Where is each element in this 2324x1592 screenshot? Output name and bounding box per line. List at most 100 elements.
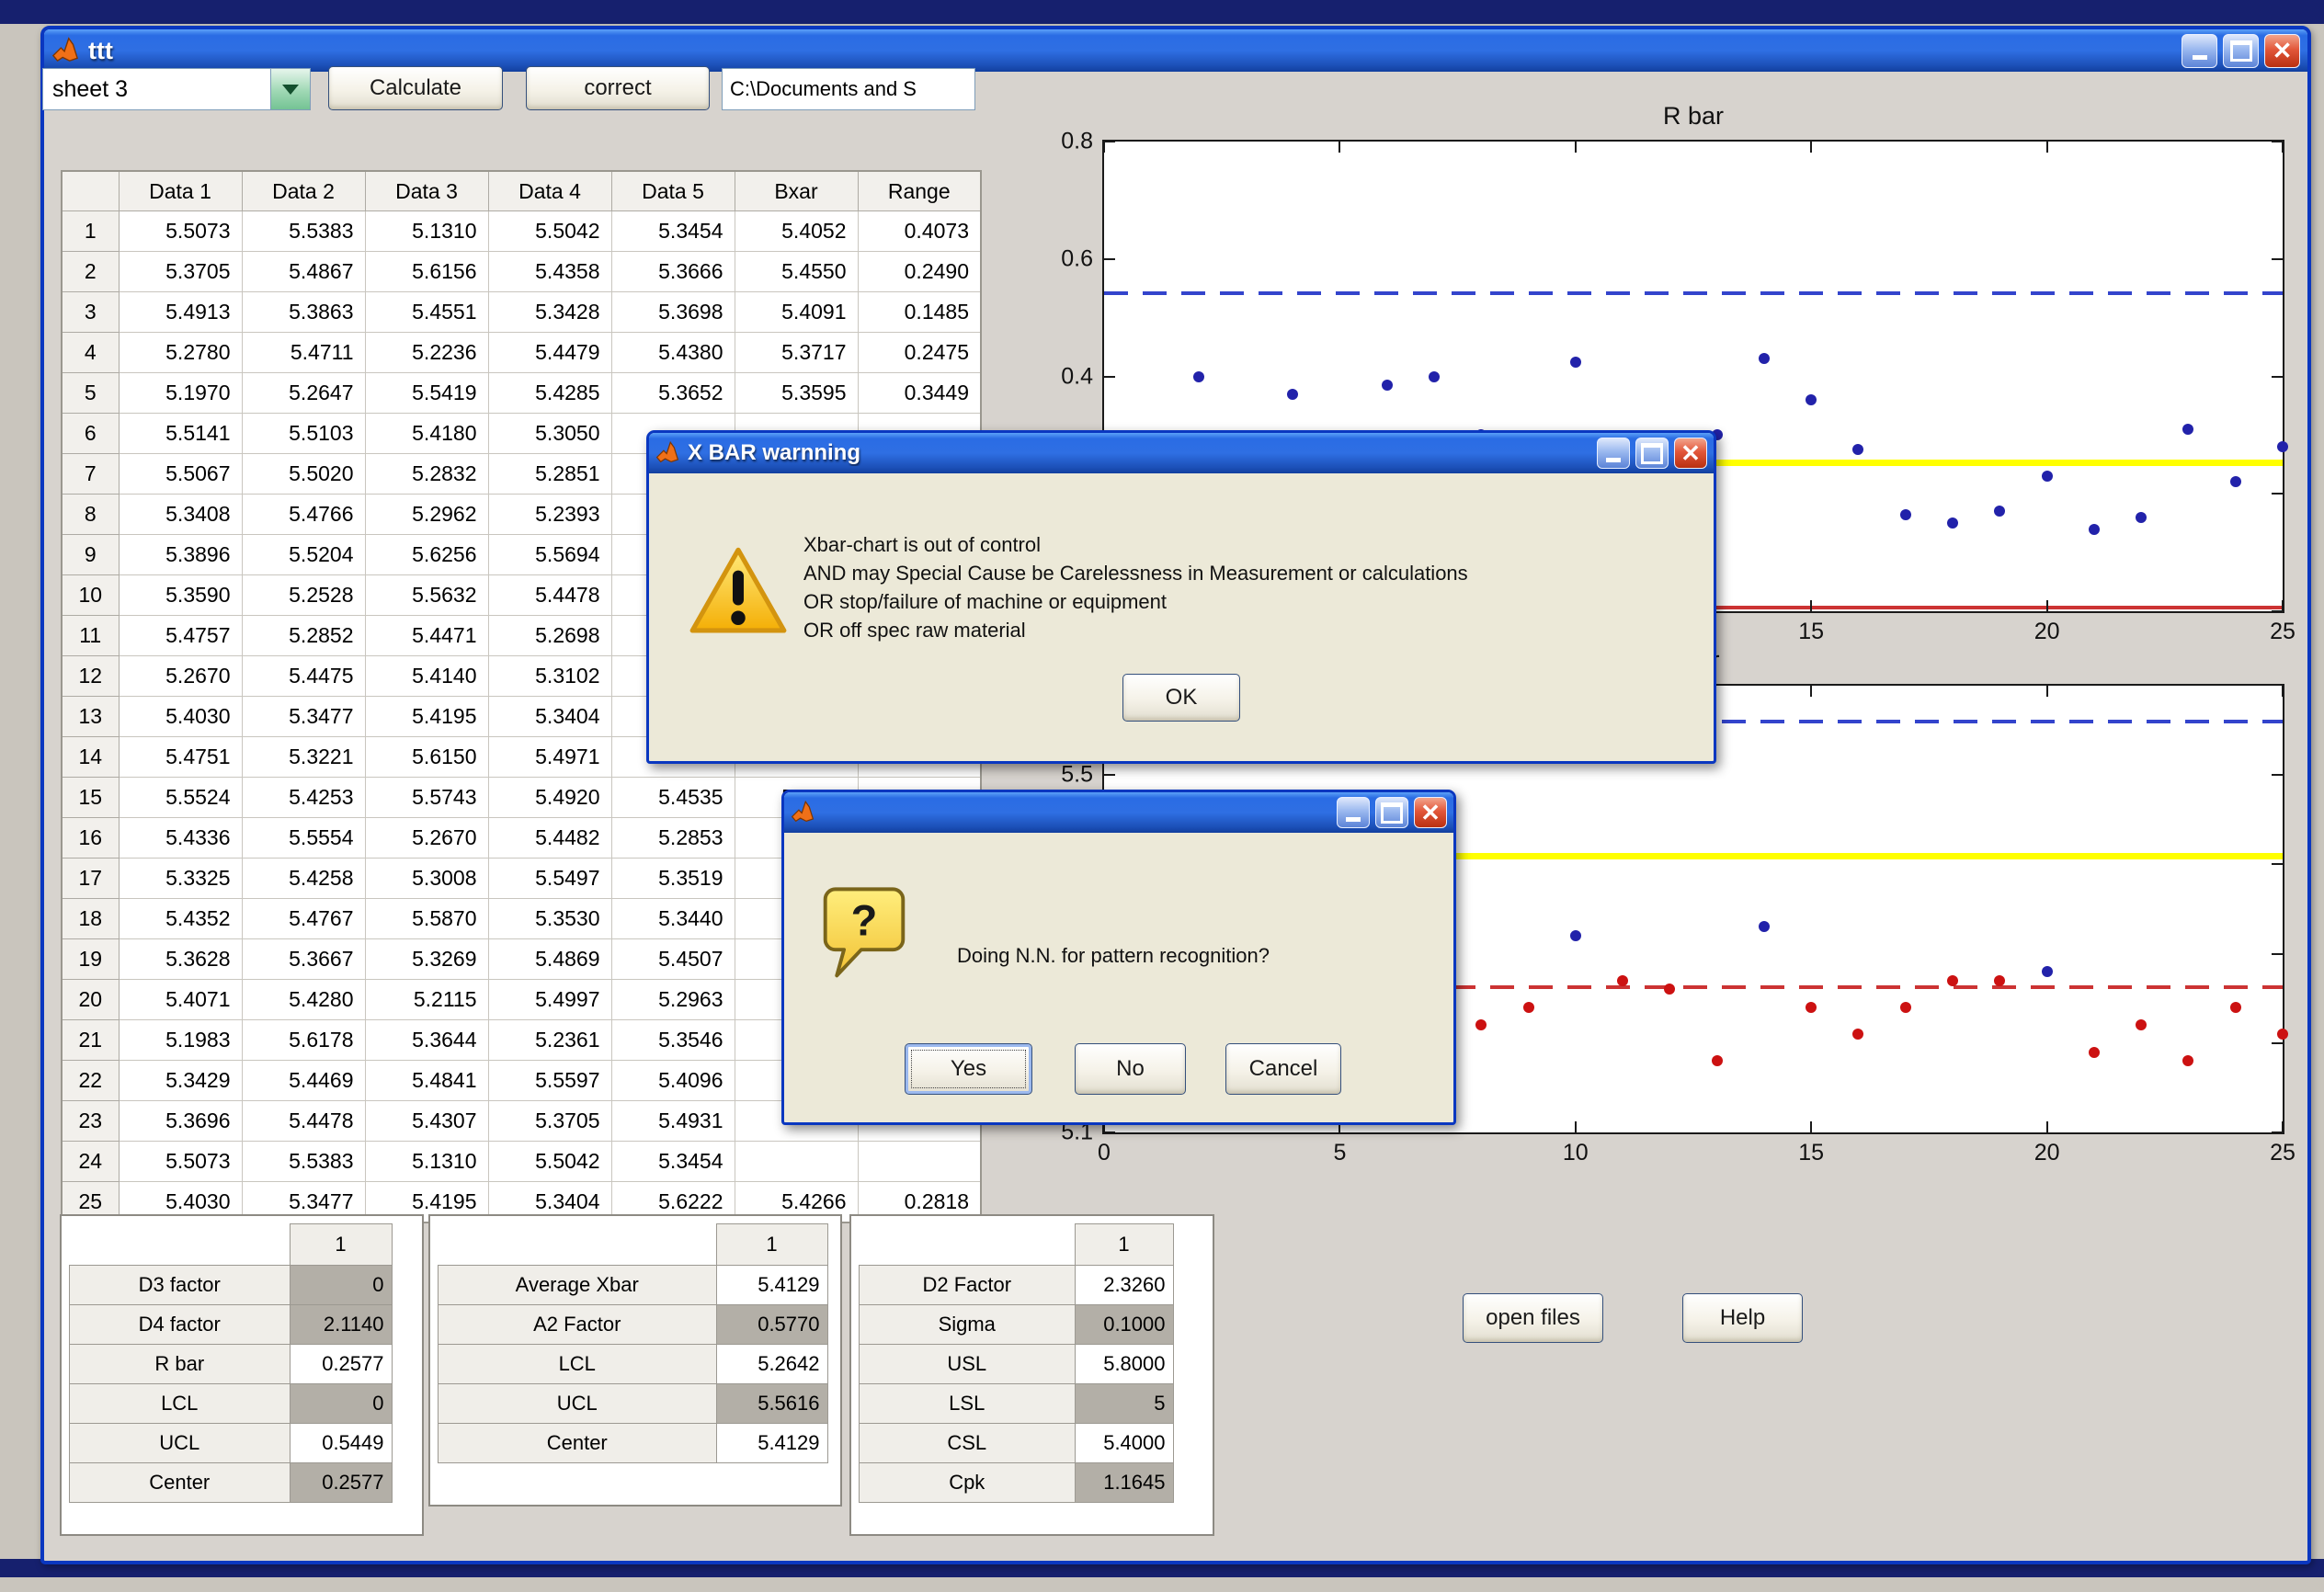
- factor-value[interactable]: 0.5770: [716, 1305, 827, 1345]
- data-cell[interactable]: 5.3705: [488, 1101, 611, 1142]
- data-cell[interactable]: 5.5067: [119, 454, 242, 495]
- data-cell[interactable]: 5.1983: [119, 1020, 242, 1061]
- data-cell[interactable]: 5.4931: [611, 1101, 735, 1142]
- data-cell[interactable]: 5.3590: [119, 575, 242, 616]
- minimize-button[interactable]: [2182, 34, 2217, 68]
- data-cell[interactable]: 5.2236: [365, 333, 488, 373]
- data-cell[interactable]: 5.3428: [488, 292, 611, 333]
- data-cell[interactable]: 5.3863: [242, 292, 365, 333]
- data-cell[interactable]: 5.2963: [611, 980, 735, 1020]
- data-cell[interactable]: 5.4336: [119, 818, 242, 859]
- data-cell[interactable]: 5.3696: [119, 1101, 242, 1142]
- data-cell[interactable]: 5.4258: [242, 859, 365, 899]
- factor-value[interactable]: 2.1140: [290, 1305, 392, 1345]
- column-header[interactable]: Data 5: [611, 171, 735, 211]
- data-cell[interactable]: 5.3698: [611, 292, 735, 333]
- data-cell[interactable]: 5.5870: [365, 899, 488, 939]
- row-number[interactable]: 6: [62, 414, 119, 454]
- data-cell[interactable]: 5.3546: [611, 1020, 735, 1061]
- data-cell[interactable]: 5.2851: [488, 454, 611, 495]
- minimize-button[interactable]: [1597, 438, 1630, 469]
- data-cell[interactable]: 5.4052: [735, 211, 858, 252]
- row-number[interactable]: 9: [62, 535, 119, 575]
- data-cell[interactable]: 5.4711: [242, 333, 365, 373]
- factor-column-header[interactable]: 1: [1075, 1224, 1173, 1266]
- data-cell[interactable]: 5.3667: [242, 939, 365, 980]
- question-dialog-titlebar[interactable]: ✕: [784, 792, 1453, 833]
- data-cell[interactable]: 5.5554: [242, 818, 365, 859]
- ok-button[interactable]: OK: [1122, 674, 1240, 722]
- data-cell[interactable]: 5.4550: [735, 252, 858, 292]
- column-header[interactable]: [62, 171, 119, 211]
- data-cell[interactable]: [735, 1142, 858, 1182]
- column-header[interactable]: Bxar: [735, 171, 858, 211]
- data-cell[interactable]: 5.2852: [242, 616, 365, 656]
- data-cell[interactable]: 5.2962: [365, 495, 488, 535]
- factor-value[interactable]: 0: [290, 1266, 392, 1305]
- column-header[interactable]: Data 1: [119, 171, 242, 211]
- warning-dialog-titlebar[interactable]: X BAR warnning ✕: [649, 433, 1714, 473]
- close-button[interactable]: ✕: [1674, 438, 1707, 469]
- data-cell[interactable]: 5.2832: [365, 454, 488, 495]
- data-cell[interactable]: 5.4030: [119, 697, 242, 737]
- row-number[interactable]: 2: [62, 252, 119, 292]
- data-cell[interactable]: 5.2647: [242, 373, 365, 414]
- data-cell[interactable]: 5.4469: [242, 1061, 365, 1101]
- data-cell[interactable]: 5.4096: [611, 1061, 735, 1101]
- data-cell[interactable]: 5.4751: [119, 737, 242, 778]
- row-number[interactable]: 24: [62, 1142, 119, 1182]
- factor-value[interactable]: 2.3260: [1075, 1266, 1173, 1305]
- row-number[interactable]: 5: [62, 373, 119, 414]
- data-cell[interactable]: 5.3440: [611, 899, 735, 939]
- column-header[interactable]: Data 2: [242, 171, 365, 211]
- data-cell[interactable]: 5.4920: [488, 778, 611, 818]
- data-cell[interactable]: 5.4471: [365, 616, 488, 656]
- calculate-button[interactable]: Calculate: [328, 66, 503, 110]
- data-cell[interactable]: 5.1970: [119, 373, 242, 414]
- data-cell[interactable]: 5.4280: [242, 980, 365, 1020]
- row-number[interactable]: 15: [62, 778, 119, 818]
- data-cell[interactable]: 5.4380: [611, 333, 735, 373]
- correct-button[interactable]: correct: [526, 66, 710, 110]
- data-cell[interactable]: 5.2780: [119, 333, 242, 373]
- data-cell[interactable]: 5.3269: [365, 939, 488, 980]
- data-cell[interactable]: 5.4913: [119, 292, 242, 333]
- row-number[interactable]: 23: [62, 1101, 119, 1142]
- data-cell[interactable]: 5.5073: [119, 211, 242, 252]
- data-cell[interactable]: 5.4997: [488, 980, 611, 1020]
- data-cell[interactable]: 5.4535: [611, 778, 735, 818]
- data-cell[interactable]: 5.2361: [488, 1020, 611, 1061]
- factor-value[interactable]: 1.1645: [1075, 1463, 1173, 1503]
- data-cell[interactable]: 5.3221: [242, 737, 365, 778]
- maximize-button[interactable]: [2223, 34, 2259, 68]
- column-header[interactable]: Data 3: [365, 171, 488, 211]
- factor-value[interactable]: 0.5449: [290, 1424, 392, 1463]
- row-number[interactable]: 16: [62, 818, 119, 859]
- data-cell[interactable]: 5.3454: [611, 1142, 735, 1182]
- no-button[interactable]: No: [1075, 1043, 1186, 1095]
- close-button[interactable]: ✕: [1414, 797, 1447, 828]
- row-number[interactable]: 3: [62, 292, 119, 333]
- data-cell[interactable]: 5.4766: [242, 495, 365, 535]
- data-cell[interactable]: 5.2853: [611, 818, 735, 859]
- factor-value[interactable]: 0.2577: [290, 1345, 392, 1384]
- data-cell[interactable]: 5.5419: [365, 373, 488, 414]
- data-cell[interactable]: 5.3429: [119, 1061, 242, 1101]
- row-number[interactable]: 10: [62, 575, 119, 616]
- row-number[interactable]: 13: [62, 697, 119, 737]
- factor-value[interactable]: 5: [1075, 1384, 1173, 1424]
- data-cell[interactable]: 5.4482: [488, 818, 611, 859]
- data-cell[interactable]: 0.1485: [858, 292, 981, 333]
- data-cell[interactable]: 5.6156: [365, 252, 488, 292]
- data-cell[interactable]: 5.4195: [365, 697, 488, 737]
- row-number[interactable]: 1: [62, 211, 119, 252]
- row-number[interactable]: 21: [62, 1020, 119, 1061]
- data-cell[interactable]: 5.4140: [365, 656, 488, 697]
- open-files-button[interactable]: open files: [1463, 1293, 1603, 1343]
- row-number[interactable]: 4: [62, 333, 119, 373]
- row-number[interactable]: 8: [62, 495, 119, 535]
- data-cell[interactable]: 5.4767: [242, 899, 365, 939]
- factor-value[interactable]: 5.4129: [716, 1266, 827, 1305]
- data-cell[interactable]: 5.5204: [242, 535, 365, 575]
- data-cell[interactable]: 5.3644: [365, 1020, 488, 1061]
